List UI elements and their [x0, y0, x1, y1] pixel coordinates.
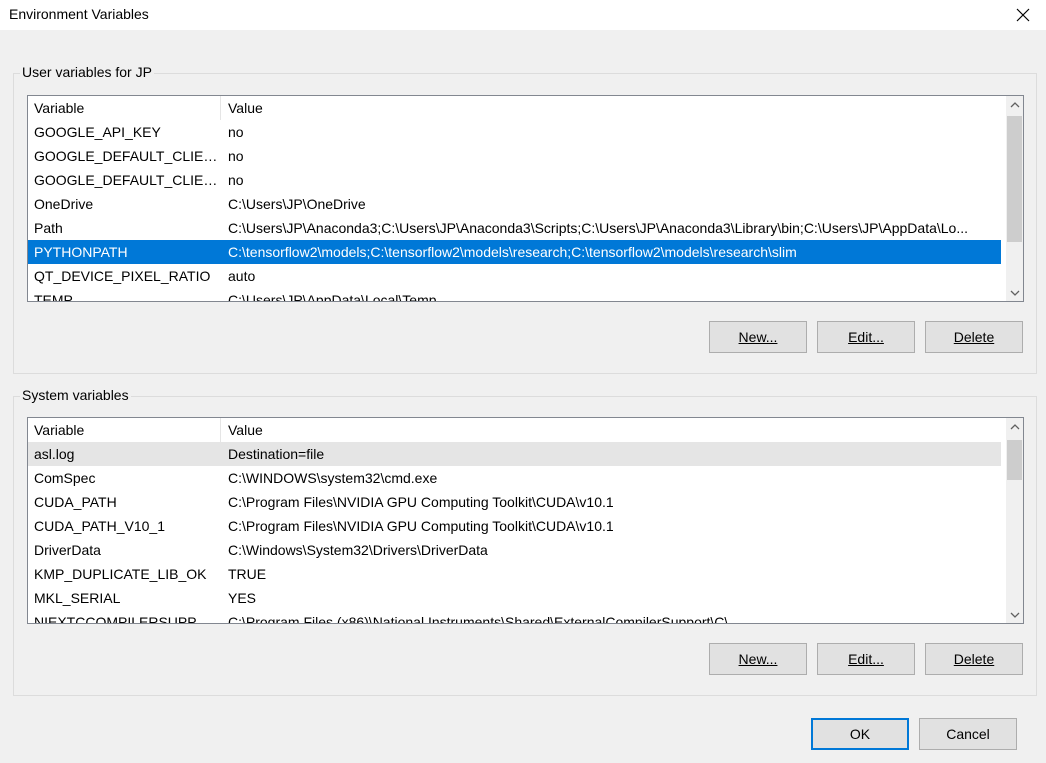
scroll-up-button[interactable]	[1006, 96, 1023, 113]
scroll-down-button[interactable]	[1006, 606, 1023, 623]
window-title: Environment Variables	[9, 6, 149, 22]
user-variables-label: User variables for JP	[20, 64, 154, 80]
system-edit-button[interactable]: Edit...	[817, 643, 915, 675]
scroll-thumb[interactable]	[1007, 116, 1022, 242]
system-list-scrollbar[interactable]	[1006, 418, 1023, 623]
system-list-header: Variable Value	[28, 418, 1001, 442]
table-row[interactable]: KMP_DUPLICATE_LIB_OK TRUE	[28, 562, 1001, 586]
variable-name-cell: MKL_SERIAL	[34, 590, 121, 606]
table-row[interactable]: PYTHONPATH C:\tensorflow2\models;C:\tenso…	[28, 240, 1001, 264]
variable-value-cell: C:\Program Files\NVIDIA GPU Computing To…	[228, 518, 614, 534]
table-row[interactable]: NIEXTCCOMPILERSUPP C:\Program Files (x86)…	[28, 610, 1001, 624]
variable-value-cell: C:\tensorflow2\models;C:\tensorflow2\mod…	[228, 244, 797, 260]
chevron-down-icon	[1010, 612, 1019, 618]
variable-value-cell: auto	[228, 268, 256, 284]
cancel-button[interactable]: Cancel	[919, 718, 1017, 750]
variable-name-cell: CUDA_PATH	[34, 494, 117, 510]
variable-name-cell: GOOGLE_API_KEY	[34, 124, 161, 140]
user-list-scrollbar[interactable]	[1006, 96, 1023, 301]
table-row[interactable]: MKL_SERIAL YES	[28, 586, 1001, 610]
edit-label: Edit...	[848, 651, 884, 667]
variable-name-cell: TEMP	[34, 292, 73, 302]
user-variables-list[interactable]: Variable Value GOOGLE_API_KEY no GOOGLE_DE…	[27, 95, 1024, 302]
variable-value-cell: YES	[228, 590, 257, 606]
variable-name-cell: KMP_DUPLICATE_LIB_OK	[34, 566, 207, 582]
table-row[interactable]: GOOGLE_API_KEY no	[28, 120, 1001, 144]
delete-label: Delete	[953, 651, 995, 667]
chevron-up-icon	[1010, 101, 1019, 107]
variable-value-cell: no	[228, 172, 244, 188]
new-label: New...	[738, 651, 778, 667]
variable-name-cell: asl.log	[34, 446, 75, 462]
table-row[interactable]: TEMP C:\Users\JP\AppData\Local\Temp	[28, 288, 1001, 302]
system-variables-list[interactable]: Variable Value asl.log Destination=file Co…	[27, 417, 1024, 624]
cancel-label: Cancel	[946, 726, 990, 742]
variable-value-cell: no	[228, 124, 244, 140]
table-row[interactable]: GOOGLE_DEFAULT_CLIENT... no	[28, 144, 1001, 168]
system-delete-button[interactable]: Delete	[925, 643, 1023, 675]
table-row[interactable]: ComSpec C:\WINDOWS\system32\cmd.exe	[28, 466, 1001, 490]
close-button[interactable]	[1000, 0, 1046, 30]
new-label: New...	[738, 329, 778, 345]
scroll-up-button[interactable]	[1006, 418, 1023, 435]
column-header-variable[interactable]: Variable	[28, 96, 221, 120]
column-header-value[interactable]: Value	[222, 418, 1001, 442]
variable-name-cell: Path	[34, 220, 63, 236]
ok-label: OK	[849, 726, 871, 742]
variable-name-cell: CUDA_PATH_V10_1	[34, 518, 165, 534]
chevron-up-icon	[1010, 423, 1019, 429]
variable-value-cell: C:\Users\JP\AppData\Local\Temp	[228, 292, 437, 302]
column-header-value[interactable]: Value	[222, 96, 1001, 120]
table-row[interactable]: QT_DEVICE_PIXEL_RATIO auto	[28, 264, 1001, 288]
variable-name-cell: PYTHONPATH	[34, 244, 128, 260]
table-row[interactable]: asl.log Destination=file	[28, 442, 1001, 466]
table-row[interactable]: Path C:\Users\JP\Anaconda3;C:\Users\JP\An…	[28, 216, 1001, 240]
variable-name-cell: QT_DEVICE_PIXEL_RATIO	[34, 268, 211, 284]
title-bar: Environment Variables	[0, 0, 1046, 30]
table-row[interactable]: GOOGLE_DEFAULT_CLIENT... no	[28, 168, 1001, 192]
scroll-thumb[interactable]	[1007, 440, 1022, 480]
scroll-down-button[interactable]	[1006, 284, 1023, 301]
column-header-variable[interactable]: Variable	[28, 418, 221, 442]
table-row[interactable]: DriverData C:\Windows\System32\Drivers\Dr…	[28, 538, 1001, 562]
user-rows: GOOGLE_API_KEY no GOOGLE_DEFAULT_CLIENT...…	[28, 120, 1001, 302]
edit-label: Edit...	[848, 329, 884, 345]
variable-value-cell: C:\Program Files (x86)\National Instrume…	[228, 614, 729, 624]
system-rows: asl.log Destination=file ComSpec C:\WINDOWS…	[28, 442, 1001, 624]
ok-button[interactable]: OK	[811, 718, 909, 750]
close-icon	[1016, 8, 1030, 22]
variable-name-cell: DriverData	[34, 542, 101, 558]
table-row[interactable]: CUDA_PATH C:\Program Files\NVIDIA GPU Com…	[28, 490, 1001, 514]
variable-name-cell: ComSpec	[34, 470, 96, 486]
variable-value-cell: TRUE	[228, 566, 267, 582]
user-edit-button[interactable]: Edit...	[817, 321, 915, 353]
variable-value-cell: C:\Program Files\NVIDIA GPU Computing To…	[228, 494, 614, 510]
delete-label: Delete	[953, 329, 995, 345]
variable-value-cell: C:\WINDOWS\system32\cmd.exe	[228, 470, 438, 486]
table-row[interactable]: CUDA_PATH_V10_1 C:\Program Files\NVIDIA G…	[28, 514, 1001, 538]
variable-name-cell: OneDrive	[34, 196, 94, 212]
variable-name-cell: GOOGLE_DEFAULT_CLIENT...	[34, 148, 220, 164]
system-new-button[interactable]: New...	[709, 643, 807, 675]
user-delete-button[interactable]: Delete	[925, 321, 1023, 353]
table-row[interactable]: OneDrive C:\Users\JP\OneDrive	[28, 192, 1001, 216]
chevron-down-icon	[1010, 290, 1019, 296]
variable-name-cell: NIEXTCCOMPILERSUPP	[34, 614, 197, 624]
user-new-button[interactable]: New...	[709, 321, 807, 353]
system-variables-label: System variables	[20, 387, 131, 403]
variable-value-cell: C:\Users\JP\OneDrive	[228, 196, 366, 212]
variable-value-cell: Destination=file	[228, 446, 325, 462]
variable-value-cell: C:\Users\JP\Anaconda3;C:\Users\JP\Anacon…	[228, 220, 968, 236]
variable-value-cell: C:\Windows\System32\Drivers\DriverData	[228, 542, 488, 558]
variable-name-cell: GOOGLE_DEFAULT_CLIENT...	[34, 172, 220, 188]
variable-value-cell: no	[228, 148, 244, 164]
user-list-header: Variable Value	[28, 96, 1001, 120]
